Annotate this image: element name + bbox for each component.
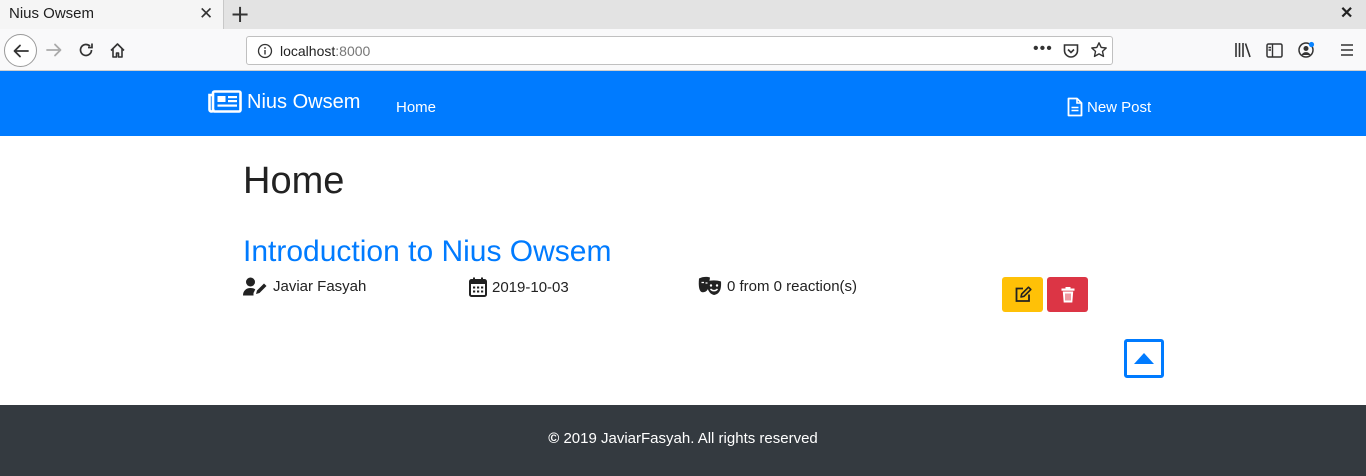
pocket-icon[interactable] <box>1062 42 1080 60</box>
copyright-icon: © <box>548 430 560 447</box>
brand-name: Nius Owsem <box>247 90 361 113</box>
file-icon <box>1067 97 1083 117</box>
account-icon <box>1298 41 1315 58</box>
edit-post-button[interactable] <box>1002 277 1043 312</box>
url-text[interactable]: localhost:8000 <box>280 43 370 59</box>
browser-toolbar: localhost:8000 ••• <box>0 29 1366 71</box>
newspaper-icon <box>208 90 242 113</box>
site-navbar: Nius Owsem Home New Post <box>0 71 1366 136</box>
menu-button[interactable] <box>1336 39 1358 61</box>
reactions-summary: 0 from 0 reaction(s) <box>727 277 858 295</box>
url-host: localhost <box>280 43 336 59</box>
sidebar-button[interactable] <box>1263 39 1285 61</box>
tab-title: Nius Owsem <box>9 5 95 22</box>
forward-button[interactable] <box>43 39 65 61</box>
page-title: Home <box>243 160 345 202</box>
trash-icon <box>1061 286 1074 302</box>
footer-copyright: © 2019 JaviarFasyah. All rights reserved <box>0 430 1366 447</box>
post-author: Javiar Fasyah <box>243 277 366 296</box>
library-button[interactable] <box>1232 39 1254 61</box>
post-reactions: 0 from 0 reaction(s) <box>698 276 857 296</box>
menu-icon <box>1341 44 1353 56</box>
user-edit-icon <box>243 277 267 296</box>
date-value: 2019-10-03 <box>492 278 569 296</box>
reload-button[interactable] <box>75 39 97 61</box>
browser-tab[interactable]: Nius Owsem ✕ <box>0 0 224 29</box>
calendar-icon <box>469 277 487 297</box>
star-icon[interactable] <box>1090 41 1108 59</box>
edit-icon <box>1015 286 1032 302</box>
new-post-link[interactable]: New Post <box>1067 97 1151 117</box>
back-icon <box>13 44 29 57</box>
page-actions-icon[interactable]: ••• <box>1033 40 1053 58</box>
new-post-label: New Post <box>1087 98 1152 116</box>
delete-post-button[interactable] <box>1047 277 1088 312</box>
post-date: 2019-10-03 <box>469 277 569 297</box>
sidebar-icon <box>1265 42 1283 58</box>
copyright-text: 2019 JaviarFasyah. All rights reserved <box>563 430 818 447</box>
home-button[interactable] <box>106 39 128 61</box>
browser-tab-bar: Nius Owsem ✕ + ✕ <box>0 0 1366 29</box>
info-icon[interactable] <box>257 43 273 59</box>
post-title-link[interactable]: Introduction to Nius Owsem <box>243 235 611 269</box>
back-button[interactable] <box>4 34 37 67</box>
window-close-icon[interactable]: ✕ <box>1340 4 1353 24</box>
library-icon <box>1235 43 1251 58</box>
tab-close-icon[interactable]: ✕ <box>199 4 213 24</box>
author-name: Javiar Fasyah <box>273 278 367 295</box>
brand-link[interactable]: Nius Owsem <box>208 90 360 114</box>
site-footer: © 2019 JaviarFasyah. All rights reserved <box>0 405 1366 476</box>
url-bar[interactable]: localhost:8000 ••• <box>246 36 1113 65</box>
home-icon <box>109 42 125 58</box>
caret-up-icon <box>1134 353 1154 364</box>
reload-icon <box>79 43 93 57</box>
account-button[interactable] <box>1295 39 1317 61</box>
nav-link-home[interactable]: Home <box>396 99 436 116</box>
new-tab-button[interactable]: + <box>230 1 250 27</box>
theater-masks-icon <box>698 276 722 295</box>
url-port: :8000 <box>335 43 371 59</box>
scroll-to-top-button[interactable] <box>1124 339 1164 378</box>
forward-icon <box>46 43 62 57</box>
